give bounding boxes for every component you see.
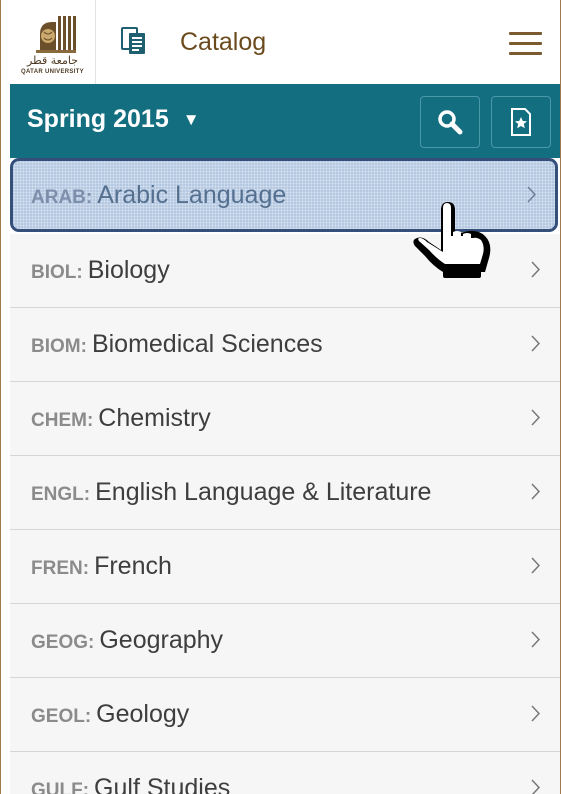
chevron-right-icon [531, 557, 540, 574]
qatar-university-logo[interactable]: جامعة قطر QATAR UNIVERSITY [10, 0, 96, 84]
subject-list: ARAB: Arabic Language BIOL: Biology BIOM: B… [10, 158, 560, 794]
subject-name: Biology [87, 256, 170, 284]
search-icon [438, 110, 463, 135]
list-item[interactable]: FREN: French [10, 530, 560, 604]
top-bar: جامعة قطر QATAR UNIVERSITY Catalog [10, 0, 560, 85]
subject-name: Arabic Language [97, 181, 287, 209]
list-item[interactable]: GULF: Gulf Studies [10, 752, 560, 794]
hamburger-menu-icon[interactable] [509, 30, 542, 57]
subject-code: ENGL: English Language & Literature [31, 478, 432, 506]
list-item[interactable]: GEOG: Geography [10, 604, 560, 678]
chevron-down-icon: ▼ [182, 110, 200, 129]
logo-english-text: QATAR UNIVERSITY [21, 69, 84, 75]
subject-code: BIOM: Biomedical Sciences [31, 330, 323, 358]
subject-code: GEOG: Geography [31, 626, 224, 654]
subject-code: ARAB: Arabic Language [31, 181, 287, 209]
subject-code: BIOL: Biology [31, 256, 170, 284]
chevron-right-icon [531, 779, 540, 794]
term-label: Spring 2015 [27, 105, 169, 133]
logo-tower-icon [36, 16, 76, 53]
list-item[interactable]: GEOL: Geology [10, 678, 560, 752]
chevron-right-icon [531, 261, 540, 278]
app-frame: جامعة قطر QATAR UNIVERSITY Catalog Sprin… [0, 0, 561, 794]
search-button[interactable] [420, 96, 480, 148]
chevron-right-icon [527, 186, 536, 203]
list-item[interactable]: BIOL: Biology [10, 234, 560, 308]
term-selector[interactable]: Spring 2015 ▼ [27, 105, 200, 134]
chevron-right-icon [531, 409, 540, 426]
bookmark-star-icon [511, 108, 531, 136]
list-item[interactable]: BIOM: Biomedical Sciences [10, 308, 560, 382]
subject-code: GULF: Gulf Studies [31, 752, 230, 794]
subject-code: FREN: French [31, 552, 172, 580]
page-title: Catalog [180, 28, 267, 56]
list-item[interactable]: ARAB: Arabic Language [10, 158, 558, 232]
chevron-right-icon [531, 483, 540, 500]
subject-name: English Language & Literature [95, 478, 432, 506]
list-item[interactable]: CHEM: Chemistry [10, 382, 560, 456]
favorites-button[interactable] [491, 96, 551, 148]
subject-name: French [94, 552, 172, 580]
subject-name: Geography [99, 626, 224, 654]
chevron-right-icon [531, 335, 540, 352]
logo-arabic-text: جامعة قطر [26, 54, 79, 67]
term-bar: Spring 2015 ▼ [10, 84, 560, 158]
subject-name: Geology [96, 700, 190, 728]
subject-code: CHEM: Chemistry [31, 404, 211, 432]
list-item[interactable]: ENGL: English Language & Literature [10, 456, 560, 530]
subject-name: Chemistry [98, 404, 211, 432]
subject-name: Biomedical Sciences [91, 330, 323, 358]
chevron-right-icon [531, 631, 540, 648]
chevron-right-icon [531, 705, 540, 722]
subject-code: GEOL: Geology [31, 700, 190, 728]
catalog-icon [121, 27, 145, 54]
subject-name: Gulf Studies [94, 774, 231, 794]
